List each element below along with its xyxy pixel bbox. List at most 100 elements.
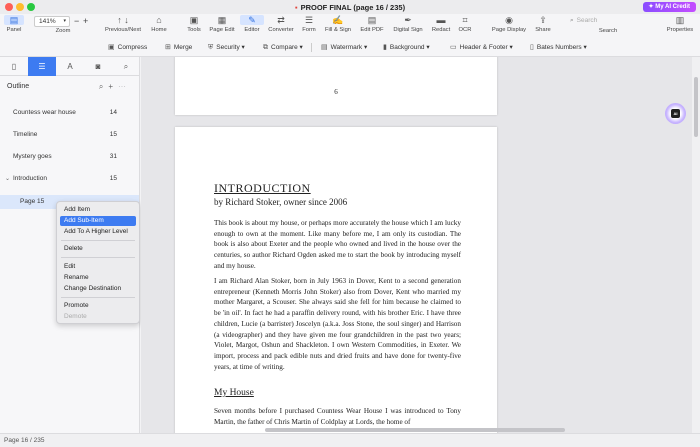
menu-add-sub-item[interactable]: Add Sub-Item [60,216,136,226]
redact-button[interactable]: ▬ Redact [429,15,453,33]
page-indicator: Page 16 / 235 [4,437,45,444]
fill-sign-button[interactable]: ✍ Fill & Sign [323,15,353,33]
chevron-down-icon[interactable]: ⌄ [5,172,10,186]
zoom-in-button[interactable]: + [83,16,88,26]
section-heading: My House [214,388,254,398]
edit-pdf-button[interactable]: ▤ Edit PDF [358,15,386,33]
tools-button[interactable]: ▣ Tools [183,15,205,33]
tab-thumbnails[interactable]: ▯ [0,57,28,76]
more-icon[interactable]: ⋯ [118,82,131,91]
status-bar: Page 16 / 235 [0,433,700,447]
edit-pdf-icon: ▤ [367,15,377,25]
bates-icon: ▯ [530,44,534,51]
tab-outline[interactable]: ☰ [28,57,56,76]
eye-icon: ◉ [505,15,513,25]
menu-add-item[interactable]: Add Item [60,205,136,215]
watermark-icon: ▤ [321,44,328,51]
page-edit-icon: ▦ [217,15,227,25]
page-subtitle: by Richard Stoker, owner since 2006 [214,197,348,207]
document-viewer[interactable]: 6 INTRODUCTION by Richard Stoker, owner … [141,57,692,433]
pdf-page-current: INTRODUCTION by Richard Stoker, owner si… [175,127,497,433]
paragraph: I am Richard Alan Stoker, born in July 1… [214,277,461,371]
header-footer-icon: ▭ [450,44,457,51]
bates-numbers-dropdown[interactable]: ▯ Bates Numbers ▾ [530,43,587,51]
outline-item[interactable]: Timeline 15 [0,128,139,142]
ocr-icon: ⌗ [462,15,468,25]
window-title: ▪ PROOF FINAL (page 16 / 235) [294,3,406,12]
page-display-button[interactable]: ◉ Page Display [489,15,529,33]
title-bar: ▪ PROOF FINAL (page 16 / 235) ✦ My AI Cre… [0,0,700,14]
paragraph: This book is about my house, or perhaps … [214,219,461,270]
merge-icon: ⊞ [165,44,171,51]
zoom-select[interactable]: 141% ▾ [34,16,70,27]
outline-item[interactable]: ⌄ Introduction 15 [0,172,139,186]
security-dropdown[interactable]: ⛨ Security ▾ [208,43,245,52]
editor-subtoolbar: ▣ Compress ⊞ Merge ⛨ Security ▾ ⧉ Compare ▾ … [0,38,700,57]
menu-demote: Demote [64,313,87,320]
previous-next-button[interactable]: ↑ ↓ Previous/Next [104,15,142,33]
page-edit-button[interactable]: ▦ Page Edit [207,15,237,33]
merge-button[interactable]: ⊞ Merge [165,43,192,51]
page-icon: ▯ [11,62,17,71]
zoom-label: Zoom [55,28,71,34]
outline-item[interactable]: Mystery goes 31 [0,150,139,164]
chevron-down-icon: ▾ [63,18,66,24]
outline-title: Outline [7,83,30,90]
home-icon: ⌂ [156,15,162,25]
outline-item[interactable]: Countess wear house 14 [0,106,139,120]
properties-icon: ▥ [675,15,685,25]
font-icon: A [67,62,73,71]
menu-change-destination[interactable]: Change Destination [60,284,136,294]
menu-divider [61,240,135,241]
form-button[interactable]: ☰ Form [299,15,319,33]
tab-search[interactable]: ⌕ [112,57,140,76]
outline-context-menu: Add Item Add Sub-Item Add To A Higher Le… [56,201,140,324]
converter-button[interactable]: ⇄ Converter [266,15,296,33]
add-icon[interactable]: + [108,82,118,91]
menu-divider [61,297,135,298]
menu-delete[interactable]: Delete [60,244,136,254]
background-dropdown[interactable]: ▮ Background ▾ [383,43,430,51]
scroll-thumb[interactable] [694,77,698,137]
page-heading: INTRODUCTION [214,181,311,195]
fill-sign-icon: ✍ [332,15,344,25]
share-button[interactable]: ⇪ Share [532,15,554,33]
scroll-thumb[interactable] [265,428,565,432]
ai-credit-button[interactable]: ✦ My AI Credit [642,2,696,12]
menu-rename[interactable]: Rename [60,273,136,283]
home-button[interactable]: ⌂ Home [148,15,170,33]
compress-button[interactable]: ▣ Compress [108,43,147,51]
zoom-out-button[interactable]: − [74,16,79,26]
search-input[interactable]: ⌕ Search [570,17,650,27]
compare-dropdown[interactable]: ⧉ Compare ▾ [263,43,312,52]
digital-sign-button[interactable]: ✒ Digital Sign [391,15,425,33]
pencil-icon: ✎ [240,15,264,25]
panel-button[interactable]: ▤ Panel [4,15,24,33]
pen-nib-icon: ✒ [404,15,412,25]
menu-edit[interactable]: Edit [60,262,136,272]
pdf-page: 6 [175,57,497,115]
properties-button[interactable]: ▥ Properties [664,15,696,33]
menu-divider [61,257,135,258]
background-icon: ▮ [383,44,387,51]
menu-add-higher-level[interactable]: Add To A Higher Level [60,227,136,237]
ai-assistant-button[interactable]: AI [665,103,686,124]
search-icon[interactable]: ⌕ [99,82,108,91]
vertical-scrollbar[interactable] [692,57,700,433]
form-icon: ☰ [304,15,314,25]
menu-promote[interactable]: Promote [60,301,136,311]
editor-button[interactable]: ✎ Editor [240,15,264,33]
camera-icon: ◙ [95,62,101,71]
compress-icon: ▣ [108,44,115,51]
toolbox-icon: ▣ [189,15,199,25]
search-icon: ⌕ [123,62,129,71]
converter-icon: ⇄ [277,15,285,25]
search-label: Search [598,28,618,34]
sidebar-tabs: ▯ ☰ A ◙ ⌕ [0,57,140,76]
ocr-button[interactable]: ⌗ OCR [455,15,475,33]
redact-icon: ▬ [436,15,446,25]
tab-fonts[interactable]: A [56,57,84,76]
tab-attachments[interactable]: ◙ [84,57,112,76]
header-footer-dropdown[interactable]: ▭ Header & Footer ▾ [450,43,513,51]
watermark-dropdown[interactable]: ▤ Watermark ▾ [321,43,367,51]
